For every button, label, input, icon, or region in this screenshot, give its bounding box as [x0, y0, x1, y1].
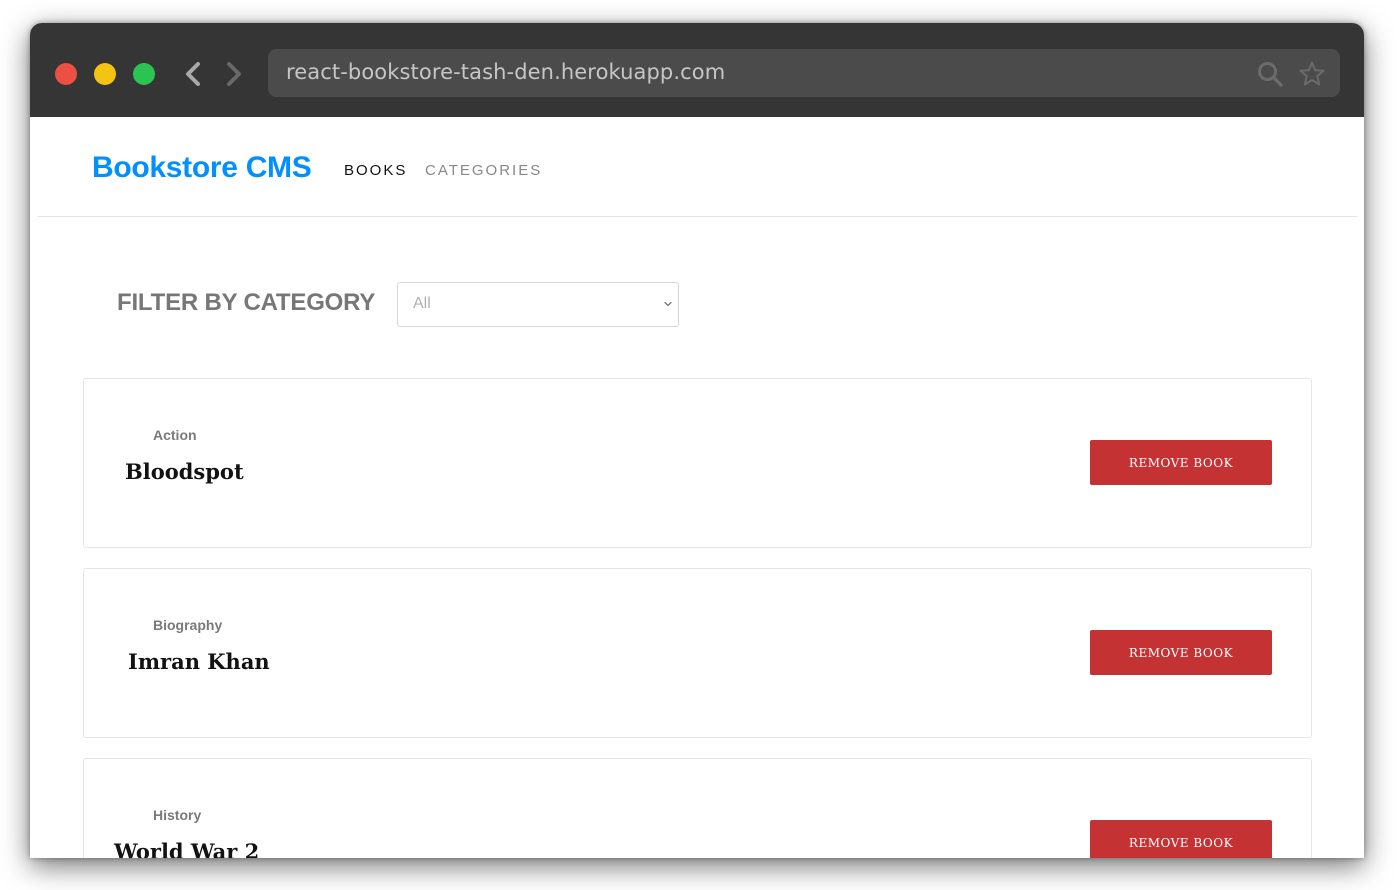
nav-link-books[interactable]: BOOKS — [344, 162, 407, 179]
book-card: Action Bloodspot REMOVE BOOK — [83, 378, 1312, 548]
minimize-dot[interactable] — [94, 63, 116, 85]
remove-book-button[interactable]: REMOVE BOOK — [1090, 440, 1272, 485]
url-text: react-bookstore-tash-den.herokuapp.com — [286, 60, 726, 84]
book-card: Biography Imran Khan REMOVE BOOK — [83, 568, 1312, 738]
address-bar[interactable]: react-bookstore-tash-den.herokuapp.com — [268, 49, 1340, 97]
page-content: Bookstore CMS BOOKS CATEGORIES FILTER BY… — [30, 117, 1364, 858]
book-card: History World War 2 REMOVE BOOK — [83, 758, 1312, 858]
category-filter-value: All — [413, 295, 431, 312]
book-title: World War 2 — [114, 839, 260, 858]
category-filter-select[interactable]: All — [397, 282, 679, 327]
book-category: Action — [153, 427, 197, 443]
search-icon[interactable] — [1256, 60, 1284, 88]
brand-logo[interactable]: Bookstore CMS — [92, 151, 312, 185]
maximize-dot[interactable] — [133, 63, 155, 85]
close-dot[interactable] — [55, 63, 77, 85]
forward-arrow-icon[interactable] — [220, 61, 246, 87]
book-category: Biography — [153, 617, 223, 633]
nav-link-categories[interactable]: CATEGORIES — [425, 162, 542, 179]
book-category: History — [153, 807, 202, 823]
browser-window: react-bookstore-tash-den.herokuapp.com B… — [30, 23, 1364, 858]
book-title: Imran Khan — [128, 649, 270, 674]
app-header: Bookstore CMS BOOKS CATEGORIES — [37, 117, 1357, 217]
star-icon[interactable] — [1298, 60, 1326, 88]
chevron-down-icon — [664, 301, 672, 307]
book-title: Bloodspot — [125, 459, 244, 484]
browser-titlebar: react-bookstore-tash-den.herokuapp.com — [30, 23, 1364, 117]
filter-label: FILTER BY CATEGORY — [117, 289, 376, 316]
remove-book-button[interactable]: REMOVE BOOK — [1090, 820, 1272, 858]
back-arrow-icon[interactable] — [181, 61, 207, 87]
remove-book-button[interactable]: REMOVE BOOK — [1090, 630, 1272, 675]
